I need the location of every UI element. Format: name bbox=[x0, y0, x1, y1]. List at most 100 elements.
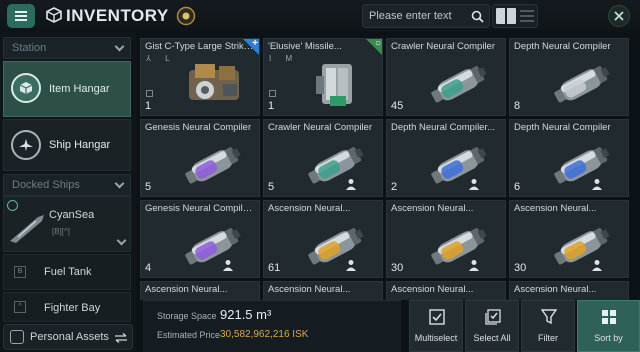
neural-compiler-icon bbox=[431, 147, 487, 184]
item-name: Gist C-Type Large Strike ... bbox=[145, 41, 257, 52]
compass-icon[interactable] bbox=[176, 6, 196, 26]
storage-value: 921.5 m³ bbox=[220, 307, 272, 322]
item-quantity: 30 bbox=[514, 262, 527, 274]
item-name: Crawler Neural Compiler bbox=[391, 41, 495, 52]
item-meta: I M bbox=[269, 54, 299, 63]
page-title: INVENTORY bbox=[66, 6, 169, 25]
assets-icon bbox=[10, 330, 24, 344]
close-icon bbox=[614, 11, 624, 21]
sort-by-button[interactable]: Sort by bbox=[577, 300, 640, 352]
item-card[interactable]: Gist C-Type Large Strike ... ⅄ L +1 bbox=[140, 38, 260, 116]
item-card[interactable]: Genesis Neural Compiler 5 bbox=[140, 119, 260, 197]
fuel-tank-icon: B bbox=[14, 266, 26, 278]
item-card[interactable]: Crawler Neural Compiler 5 bbox=[263, 119, 383, 197]
storage-panel: Storage Space 921.5 m³ Estimated Price 3… bbox=[143, 300, 401, 352]
item-card[interactable]: Ascension Neural... bbox=[263, 281, 383, 300]
multiselect-label: Multiselect bbox=[414, 333, 458, 343]
multiselect-button[interactable]: Multiselect bbox=[409, 300, 463, 352]
chevron-down-icon bbox=[114, 41, 125, 52]
close-button[interactable] bbox=[608, 5, 630, 27]
item-card[interactable]: Ascension Neural... bbox=[509, 281, 629, 300]
hamburger-icon bbox=[15, 11, 27, 21]
storage-label: Storage Space bbox=[157, 311, 217, 321]
sidebar-item-label: Ship Hangar bbox=[49, 139, 111, 151]
cube-icon bbox=[46, 7, 62, 23]
filter-button[interactable]: Filter bbox=[521, 300, 575, 352]
ship-icon bbox=[11, 130, 41, 160]
item-quantity: 1 bbox=[145, 100, 152, 112]
neural-compiler-icon bbox=[431, 228, 487, 265]
menu-button[interactable] bbox=[7, 4, 35, 28]
missile-launcher-icon bbox=[316, 64, 352, 106]
ship-status-icon bbox=[7, 200, 18, 211]
box-icon bbox=[11, 73, 41, 103]
neural-compiler-icon bbox=[308, 228, 364, 265]
neural-compiler-icon bbox=[554, 147, 610, 184]
ship-tags: [B][^] bbox=[52, 227, 70, 236]
search-icon bbox=[471, 10, 484, 23]
item-name: Depth Neural Compiler bbox=[514, 41, 611, 52]
docked-ships-section-header[interactable]: Docked Ships bbox=[3, 174, 131, 196]
search-button[interactable] bbox=[466, 4, 488, 28]
sidebar-item-label: Fuel Tank bbox=[44, 266, 92, 278]
strike-module-icon bbox=[189, 64, 239, 100]
docked-ship-row[interactable]: CyanSea [B][^] bbox=[3, 196, 131, 252]
item-card[interactable]: Ascension Neural... bbox=[386, 281, 506, 300]
item-quantity: 30 bbox=[391, 262, 404, 274]
item-card[interactable]: Depth Neural Compiler 8 bbox=[509, 38, 629, 116]
select-all-icon bbox=[485, 309, 501, 325]
owner-person-icon bbox=[346, 179, 356, 190]
item-quantity: 1 bbox=[268, 100, 275, 112]
sidebar-item-ship-hangar[interactable]: Ship Hangar bbox=[3, 119, 131, 171]
ship-thumbnail-icon bbox=[10, 215, 44, 243]
item-name: Depth Neural Compiler... bbox=[391, 122, 496, 133]
item-card[interactable]: Ascension Neural... 30 bbox=[386, 200, 506, 278]
item-card[interactable]: Crawler Neural Compiler 45 bbox=[386, 38, 506, 116]
select-all-button[interactable]: Select All bbox=[465, 300, 519, 352]
sort-by-label: Sort by bbox=[594, 333, 623, 343]
checkbox-icon bbox=[429, 309, 445, 325]
filter-label: Filter bbox=[538, 333, 558, 343]
station-section-header[interactable]: Station bbox=[3, 37, 131, 59]
list-view-icon[interactable] bbox=[520, 10, 534, 22]
item-card[interactable]: Ascension Neural... bbox=[140, 281, 260, 300]
item-meta: ⅄ L bbox=[146, 54, 176, 63]
item-card[interactable]: Genesis Neural Compiler ... 4 bbox=[140, 200, 260, 278]
sidebar-item-fighter-bay[interactable]: ^ Fighter Bay bbox=[3, 292, 131, 322]
item-card[interactable]: 'Elusive' Missile... I M ○ 1 bbox=[263, 38, 383, 116]
owner-person-icon bbox=[592, 179, 602, 190]
owner-person-icon bbox=[592, 260, 602, 271]
neural-compiler-icon bbox=[554, 228, 610, 265]
grid-view-icon[interactable] bbox=[496, 8, 516, 24]
chevron-down-icon[interactable] bbox=[116, 235, 127, 246]
item-card[interactable]: Depth Neural Compiler 6 bbox=[509, 119, 629, 197]
search-input[interactable] bbox=[369, 8, 461, 24]
ship-name: CyanSea bbox=[49, 209, 95, 221]
item-name: Ascension Neural... bbox=[514, 284, 597, 295]
top-bar: INVENTORY bbox=[0, 0, 640, 32]
item-name: Ascension Neural... bbox=[391, 203, 474, 214]
item-card[interactable]: Ascension Neural... 30 bbox=[509, 200, 629, 278]
owner-person-icon bbox=[469, 260, 479, 271]
item-card[interactable]: Ascension Neural... 61 bbox=[263, 200, 383, 278]
item-name: Genesis Neural Compiler bbox=[145, 122, 252, 133]
item-quantity: 2 bbox=[391, 181, 398, 193]
sidebar-item-item-hangar[interactable]: Item Hangar bbox=[3, 61, 131, 117]
item-card[interactable]: Depth Neural Compiler... 2 bbox=[386, 119, 506, 197]
item-name: 'Elusive' Missile... bbox=[268, 41, 342, 52]
sidebar-item-label: Fighter Bay bbox=[44, 302, 101, 314]
swap-icon bbox=[115, 333, 127, 343]
item-name: Ascension Neural... bbox=[145, 284, 228, 295]
item-name: Genesis Neural Compiler ... bbox=[145, 203, 257, 214]
personal-assets-button[interactable]: Personal Assets bbox=[3, 324, 133, 350]
sidebar: Station Item Hangar Ship Hangar Docked S… bbox=[0, 32, 136, 352]
item-name: Crawler Neural Compiler bbox=[268, 122, 372, 133]
owner-person-icon bbox=[223, 260, 233, 271]
item-quantity: 5 bbox=[145, 181, 152, 193]
item-name: Ascension Neural... bbox=[268, 203, 351, 214]
item-grid: Gist C-Type Large Strike ... ⅄ L +1 'Elusiv… bbox=[140, 38, 640, 300]
owner-person-icon bbox=[346, 260, 356, 271]
chevron-down-icon bbox=[114, 178, 125, 189]
item-flag-icon bbox=[269, 90, 276, 97]
sidebar-item-fuel-tank[interactable]: B Fuel Tank bbox=[3, 254, 131, 290]
